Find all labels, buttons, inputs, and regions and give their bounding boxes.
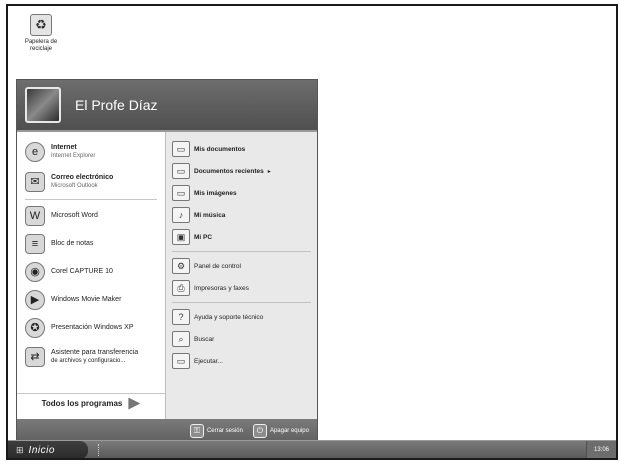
all-programs-label: Todos los programas — [41, 399, 123, 408]
power-icon: ⏻ — [252, 424, 267, 438]
menu-item-movie-maker[interactable]: ▶ Windows Movie Maker — [17, 286, 165, 314]
all-programs-button[interactable]: Todos los programas — [17, 393, 165, 413]
menu-item-search[interactable]: ⌕ Buscar — [166, 328, 317, 350]
run-icon: ▭ — [172, 353, 190, 369]
taskbar-grip[interactable] — [98, 444, 100, 456]
windows-logo-icon: ⊞ — [16, 444, 24, 455]
menu-item-email-subtitle: Microsoft Outlook — [51, 183, 98, 189]
internet-explorer-icon: e — [25, 142, 45, 162]
user-name: El Profe Díaz — [75, 97, 158, 113]
menu-item-email[interactable]: ✉ Correo electrónico Microsoft Outlook — [17, 167, 165, 197]
recycle-bin-label: Papelera de reciclaje — [24, 39, 58, 52]
menu-item-search-label: Buscar — [194, 335, 215, 343]
menu-item-my-computer[interactable]: ▣ Mi PC — [166, 226, 317, 248]
menu-item-control-panel[interactable]: ⚙ Panel de control — [166, 255, 317, 277]
shutdown-label: Apagar equipo — [269, 428, 309, 434]
recycle-bin-icon: ♻ — [30, 14, 52, 36]
menu-separator — [25, 199, 157, 200]
menu-item-my-music-label: Mi música — [194, 211, 226, 219]
menu-item-corel-capture-label: Corel CAPTURE 10 — [51, 268, 113, 275]
key-icon: ⚿ — [189, 424, 204, 438]
taskbar: ⊞ Inicio 13:06 — [8, 440, 616, 458]
menu-item-windows-tour[interactable]: ✪ Presentación Windows XP — [17, 314, 165, 342]
menu-item-notepad-label: Bloc de notas — [51, 240, 94, 247]
menu-item-control-panel-label: Panel de control — [194, 262, 241, 270]
control-panel-icon: ⚙ — [172, 258, 190, 274]
movie-maker-icon: ▶ — [25, 290, 45, 310]
start-menu-header: El Profe Díaz — [17, 80, 317, 132]
menu-separator — [172, 302, 311, 303]
menu-item-internet[interactable]: e Internet Internet Explorer — [17, 137, 165, 167]
arrow-right-icon — [128, 397, 141, 410]
start-button[interactable]: ⊞ Inicio — [8, 441, 88, 458]
clock[interactable]: 13:06 — [594, 447, 609, 453]
recent-documents-icon: ▭ — [172, 163, 190, 179]
word-icon: W — [25, 206, 45, 226]
menu-item-run-label: Ejecutar... — [194, 357, 223, 365]
menu-item-transfer-wizard-line1: Asistente para transferencia — [51, 349, 139, 356]
printer-icon: ⎙ — [172, 280, 190, 296]
menu-item-windows-tour-label: Presentación Windows XP — [51, 324, 134, 331]
menu-item-my-pictures[interactable]: ▭ Mis imágenes — [166, 182, 317, 204]
my-computer-icon: ▣ — [172, 229, 190, 245]
logoff-label: Cerrar sesión — [206, 428, 243, 434]
help-icon: ? — [172, 309, 190, 325]
desktop-screen: ♻ Papelera de reciclaje El Profe Díaz e … — [6, 4, 618, 460]
start-menu: El Profe Díaz e Internet Internet Explor… — [16, 79, 318, 444]
menu-item-printers[interactable]: ⎙ Impresoras y faxes — [166, 277, 317, 299]
menu-separator — [172, 251, 311, 252]
outlook-icon: ✉ — [25, 172, 45, 192]
start-button-label: Inicio — [28, 444, 55, 456]
corel-capture-icon: ◉ — [25, 262, 45, 282]
pinned-programs-panel: e Internet Internet Explorer ✉ Correo el… — [17, 132, 165, 419]
transfer-wizard-icon: ⇄ — [25, 347, 45, 367]
menu-item-transfer-wizard[interactable]: ⇄ Asistente para transferencia de archiv… — [17, 342, 165, 372]
search-icon: ⌕ — [172, 331, 190, 347]
menu-item-internet-title: Internet — [51, 144, 77, 151]
pictures-folder-icon: ▭ — [172, 185, 190, 201]
documents-folder-icon: ▭ — [172, 141, 190, 157]
menu-item-help-label: Ayuda y soporte técnico — [194, 313, 264, 321]
submenu-arrow-icon: ▸ — [267, 168, 271, 175]
places-panel: ▭ Mis documentos ▭ Documentos recientes … — [165, 132, 317, 419]
notepad-icon: ≡ — [25, 234, 45, 254]
menu-item-notepad[interactable]: ≡ Bloc de notas — [17, 230, 165, 258]
menu-item-email-title: Correo electrónico — [51, 174, 114, 181]
music-folder-icon: ♪ — [172, 207, 190, 223]
menu-item-transfer-wizard-line2: de archivos y configuracio... — [51, 358, 126, 364]
menu-item-movie-maker-label: Windows Movie Maker — [51, 296, 122, 303]
menu-item-run[interactable]: ▭ Ejecutar... — [166, 350, 317, 372]
menu-item-my-documents-label: Mis documentos — [194, 145, 246, 153]
start-menu-body: e Internet Internet Explorer ✉ Correo el… — [17, 132, 317, 419]
menu-item-my-music[interactable]: ♪ Mi música — [166, 204, 317, 226]
menu-item-word[interactable]: W Microsoft Word — [17, 202, 165, 230]
menu-item-corel-capture[interactable]: ◉ Corel CAPTURE 10 — [17, 258, 165, 286]
windows-tour-icon: ✪ — [25, 318, 45, 338]
menu-item-my-pictures-label: Mis imágenes — [194, 189, 237, 197]
system-tray: 13:06 — [586, 441, 616, 458]
menu-item-recent-documents[interactable]: ▭ Documentos recientes ▸ — [166, 160, 317, 182]
menu-item-word-label: Microsoft Word — [51, 212, 98, 219]
logoff-button[interactable]: ⚿ Cerrar sesión — [189, 424, 243, 438]
menu-item-my-computer-label: Mi PC — [194, 233, 213, 241]
recycle-bin-shortcut[interactable]: ♻ Papelera de reciclaje — [18, 14, 64, 53]
menu-item-printers-label: Impresoras y faxes — [194, 284, 249, 292]
menu-item-recent-documents-label: Documentos recientes — [194, 167, 264, 175]
menu-item-help[interactable]: ? Ayuda y soporte técnico — [166, 306, 317, 328]
shutdown-button[interactable]: ⏻ Apagar equipo — [252, 424, 309, 438]
user-avatar[interactable] — [25, 87, 61, 123]
menu-item-internet-subtitle: Internet Explorer — [51, 153, 96, 159]
menu-item-my-documents[interactable]: ▭ Mis documentos — [166, 138, 317, 160]
